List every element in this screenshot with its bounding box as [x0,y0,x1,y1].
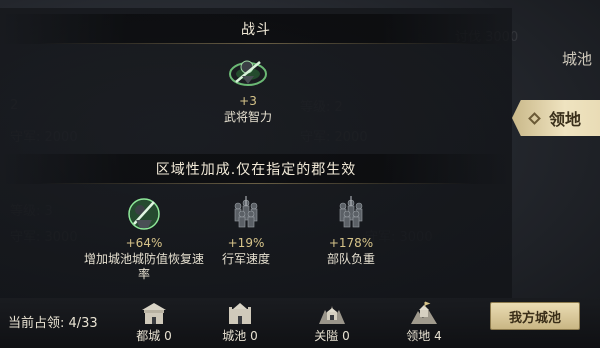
city-icon [229,303,251,324]
my-city-button[interactable]: 我方城池 [490,302,580,330]
bonus-panel: 战斗 +3 武将智力 区域性加成.仅在指定的郡生效 +64% 增加城池城防值恢复… [0,8,512,298]
general-sword-icon [229,60,267,86]
stat-territory-label: 领地 4 [406,329,442,343]
diamond-icon [528,111,541,125]
stat-capital-label: 都城 0 [136,329,172,343]
occupied-count: 当前占领: 4/33 [8,316,98,331]
region-bonus-value: +19% [227,236,265,250]
troops-icon [234,196,258,228]
region-bonus-name: 部队负重 [326,252,375,266]
battle-section-title: 战斗 [0,14,512,44]
stat-city: 城池 0 [210,300,270,344]
tab-territory[interactable]: 领地 [512,100,600,136]
stat-pass: 关隘 0 [302,300,362,344]
region-bonus-name: 行军速度 [221,252,270,266]
city-defense-icon [128,198,160,230]
region-bonus-value: +178% [328,236,374,250]
battle-bonus: +3 武将智力 [188,52,308,125]
capital-icon [142,303,166,324]
tab-city[interactable]: 城池 [562,48,592,69]
stat-pass-label: 关隘 0 [314,329,350,343]
territory-icon [411,301,437,324]
battle-bonus-value: +3 [239,94,257,108]
stat-territory: 领地 4 [394,300,454,344]
region-section-title: 区域性加成.仅在指定的郡生效 [0,154,512,184]
stat-capital: 都城 0 [124,300,184,344]
stat-city-label: 城池 0 [222,329,258,343]
pass-icon [319,306,345,324]
region-bonus: +178% 部队负重 [291,194,411,267]
battle-bonus-name: 武将智力 [223,110,272,124]
troops-icon [339,196,363,228]
tab-territory-label: 领地 [549,110,582,129]
region-bonus: +19% 行军速度 [186,194,306,267]
